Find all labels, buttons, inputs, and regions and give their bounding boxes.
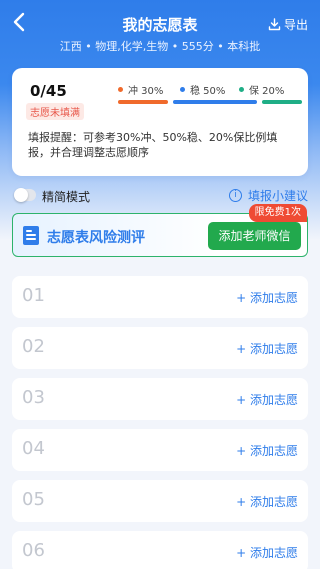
ratio-bars [118, 100, 302, 104]
list-item: 02 + 添加志愿 [12, 327, 308, 369]
free-badge: 限免费1次 [248, 204, 307, 222]
export-label: 导出 [283, 18, 308, 32]
slot-count: 0/45 [30, 82, 67, 100]
slot-number: 04 [22, 438, 45, 459]
list-item: 01 + 添加志愿 [12, 276, 308, 318]
list-item: 03 + 添加志愿 [12, 378, 308, 420]
legend-item-chong: 冲 30% [118, 82, 163, 97]
list-item: 05 + 添加志愿 [12, 480, 308, 522]
fill-tip: 填报提醒：可参考30%冲、50%稳、20%保比例填报，并合理调整志愿顺序 [28, 131, 278, 159]
legend-dot [118, 87, 123, 92]
legend-label: 稳 50% [190, 86, 226, 97]
add-choice-button[interactable]: + 添加志愿 [236, 289, 298, 306]
slot-number: 01 [22, 285, 45, 306]
toggle-knob [14, 188, 28, 202]
add-choice-button[interactable]: + 添加志愿 [236, 493, 298, 510]
legend-item-wen: 稳 50% [180, 82, 225, 97]
ratio-legend: 冲 30% 稳 50% 保 20% [118, 82, 298, 97]
legend-label: 保 20% [249, 86, 285, 97]
list-item: 04 + 添加志愿 [12, 429, 308, 471]
status-badge: 志愿未填满 [26, 103, 84, 120]
slot-number: 03 [22, 387, 45, 408]
legend-dot [239, 87, 244, 92]
list-item: 06 + 添加志愿 [12, 531, 308, 569]
add-choice-button[interactable]: + 添加志愿 [236, 391, 298, 408]
download-icon [268, 18, 281, 31]
add-choice-button[interactable]: + 添加志愿 [236, 442, 298, 459]
ratio-bar-wen [173, 100, 257, 104]
add-choice-button[interactable]: + 添加志愿 [236, 340, 298, 357]
export-button[interactable]: 导出 [268, 16, 308, 33]
legend-dot [180, 87, 185, 92]
info-icon: i [228, 189, 242, 202]
risk-title: 志愿表风险测评 [47, 230, 145, 246]
slot-number: 02 [22, 336, 45, 357]
risk-assessment-card[interactable]: 志愿表风险测评 添加老师微信 限免费1次 [12, 204, 308, 257]
legend-item-bao: 保 20% [239, 82, 284, 97]
legend-label: 冲 30% [128, 86, 164, 97]
document-icon [23, 226, 39, 245]
slot-number: 05 [22, 489, 45, 510]
simple-mode-label: 精简模式 [42, 190, 91, 204]
simple-mode-toggle[interactable] [14, 188, 36, 202]
app-header: 我的志愿表 江西 • 物理,化学,生物 • 555分 • 本科批 导出 [0, 0, 320, 62]
tips-link[interactable]: i 填报小建议 [228, 187, 308, 204]
mode-row: 精简模式 i 填报小建议 [12, 186, 308, 206]
slot-number: 06 [22, 540, 45, 561]
add-teacher-wechat-button[interactable]: 添加老师微信 [208, 222, 301, 250]
tips-link-label: 填报小建议 [247, 189, 308, 203]
ratio-bar-chong [118, 100, 168, 104]
summary-card: 0/45 志愿未填满 冲 30% 稳 50% 保 20% 填报提醒：可参考30%… [12, 68, 308, 176]
page-subtitle: 江西 • 物理,化学,生物 • 555分 • 本科批 [59, 40, 261, 53]
ratio-bar-bao [262, 100, 302, 104]
add-choice-button[interactable]: + 添加志愿 [236, 544, 298, 561]
